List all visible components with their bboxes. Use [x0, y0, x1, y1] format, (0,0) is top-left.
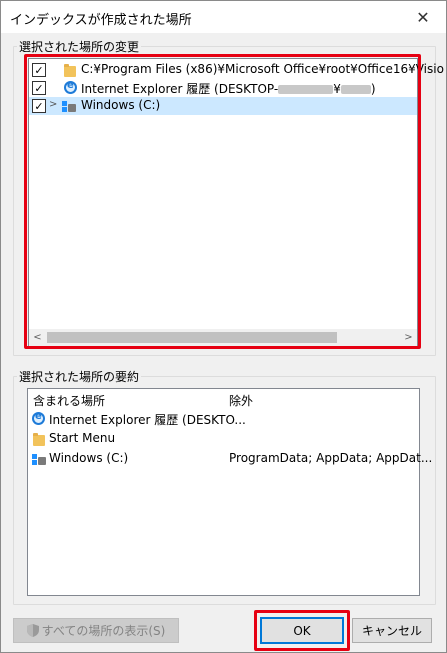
redacted-text — [278, 85, 334, 94]
table-row: Windows (C:) ProgramData; AppData; AppDa… — [28, 450, 432, 468]
horizontal-scrollbar[interactable]: < > — [29, 329, 417, 346]
checkbox[interactable]: ✓ — [32, 81, 46, 95]
location-text: C:¥Program Files (x86)¥Microsoft Office¥… — [81, 62, 447, 76]
summary-label: 選択された場所の要約 — [17, 368, 142, 385]
table-row: Internet Explorer 履歴 (DESKTO... — [28, 410, 419, 428]
scroll-left-button[interactable]: < — [29, 329, 46, 346]
expand-chevron-icon[interactable]: > — [49, 99, 57, 110]
drive-icon — [32, 454, 46, 465]
column-header-excluded: 除外 — [229, 394, 254, 408]
ie-icon — [32, 411, 45, 425]
title-bar: インデックスが作成された場所 ✕ — [1, 1, 446, 33]
scrollbar-thumb[interactable] — [47, 332, 337, 343]
change-locations-label: 選択された場所の変更 — [17, 38, 142, 55]
scroll-right-button[interactable]: > — [400, 329, 417, 346]
column-header-included: 含まれる場所 — [33, 394, 106, 408]
folder-icon — [64, 64, 76, 77]
uac-shield-icon — [26, 624, 39, 637]
show-all-locations-button[interactable]: すべての場所の表示(S) — [13, 618, 179, 643]
change-locations-list[interactable]: ✓ C:¥Program Files (x86)¥Microsoft Offic… — [28, 58, 447, 347]
indexed-locations-dialog: インデックスが作成された場所 ✕ 選択された場所の変更 ✓ C:¥Program… — [0, 0, 447, 653]
cancel-button[interactable]: キャンセル — [352, 618, 432, 643]
list-item-selected[interactable]: ✓ > Windows (C:) — [29, 97, 417, 115]
close-button[interactable]: ✕ — [400, 1, 446, 33]
list-item[interactable]: ✓ C:¥Program Files (x86)¥Microsoft Offic… — [29, 61, 447, 79]
table-row: Start Menu — [28, 430, 419, 448]
ie-icon — [64, 80, 77, 94]
folder-icon — [33, 433, 45, 446]
ok-button[interactable]: OK — [260, 617, 344, 644]
drive-icon — [62, 101, 76, 112]
location-text: Internet Explorer 履歴 (DESKTOP- ¥) — [81, 82, 376, 96]
summary-list: 含まれる場所 除外 Internet Explorer 履歴 (DESKTO..… — [27, 388, 432, 596]
checkbox[interactable]: ✓ — [32, 63, 46, 77]
list-item[interactable]: ✓ Internet Explorer 履歴 (DESKTOP-¥) — [29, 79, 417, 97]
redacted-text — [340, 85, 371, 94]
checkbox[interactable]: ✓ — [32, 99, 46, 113]
location-text: Windows (C:) — [81, 98, 161, 112]
window-title: インデックスが作成された場所 — [10, 13, 192, 28]
